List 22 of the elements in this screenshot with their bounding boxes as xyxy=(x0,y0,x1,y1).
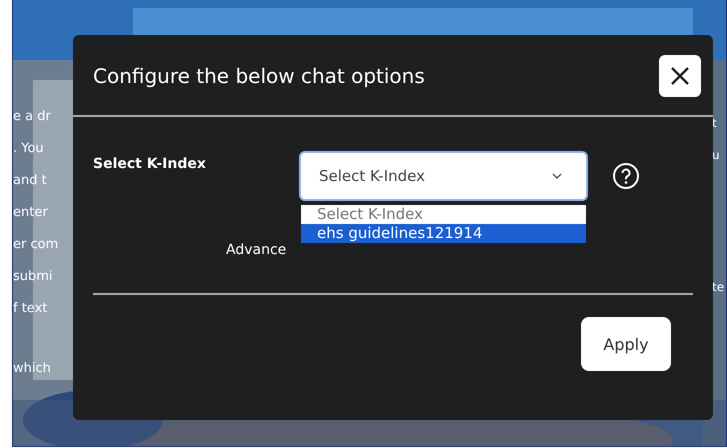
background-text: which xyxy=(13,360,52,378)
background-text: . You xyxy=(13,140,45,158)
background-text: enter xyxy=(13,204,49,222)
background-text: te xyxy=(712,279,724,296)
apply-button[interactable]: Apply xyxy=(581,317,671,371)
close-button[interactable] xyxy=(659,55,701,97)
background-text: e a dr xyxy=(13,108,52,126)
background-text: u xyxy=(712,147,720,164)
chevron-icon xyxy=(552,172,562,180)
background-text: and t xyxy=(13,172,48,190)
dialog-title: Configure the below chat options xyxy=(93,64,425,88)
advanced-label: Advance xyxy=(226,242,286,258)
help-icon[interactable] xyxy=(612,162,640,190)
field-label: Select K-Index xyxy=(93,156,207,172)
background-text: f text xyxy=(13,300,48,318)
background-text: t xyxy=(712,115,717,132)
background-text: submi xyxy=(13,268,54,286)
background-text: er com xyxy=(13,236,58,254)
close-icon xyxy=(669,65,691,87)
k-index-dropdown[interactable]: Select K-Index xyxy=(301,153,586,199)
dropdown-option[interactable]: ehs guidelines121914 xyxy=(301,224,586,243)
dropdown-option[interactable]: Select K-Index xyxy=(301,205,586,224)
